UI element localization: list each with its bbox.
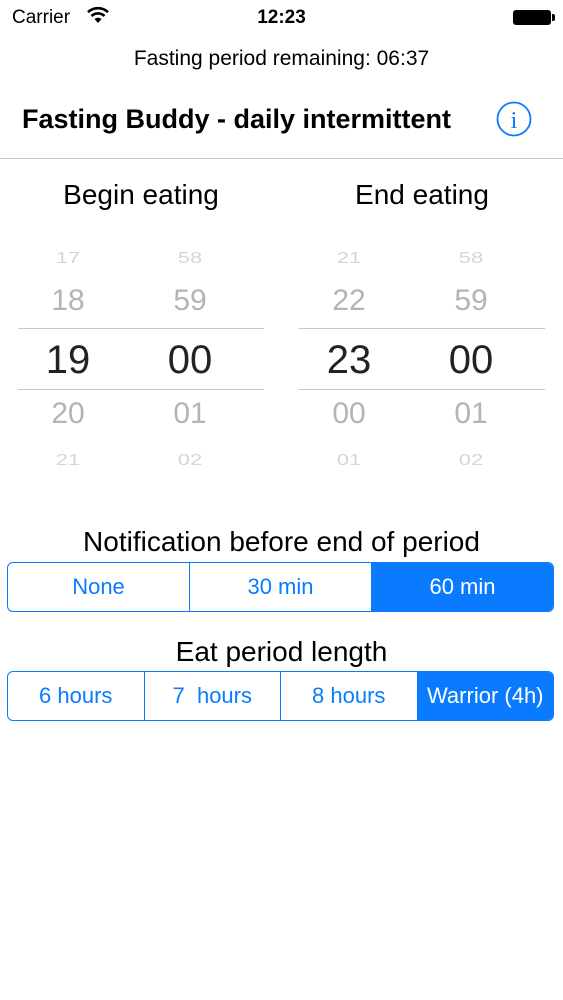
picker-selected-minute: 00 [448, 338, 494, 382]
picker-row: 02 [458, 450, 484, 469]
picker-row: 22 [332, 284, 366, 317]
begin-hour-wheel[interactable]: 17 18 19 20 21 [18, 236, 128, 482]
eat-period-label: Eat period length [175, 636, 388, 667]
info-icon[interactable]: i [496, 101, 532, 137]
picker-row: 01 [173, 397, 207, 430]
picker-row: 02 [177, 450, 203, 469]
end-minute-wheel[interactable]: 58 59 00 01 02 [420, 236, 530, 482]
picker-row: 58 [458, 248, 484, 267]
end-eating-title: End eating [355, 179, 489, 210]
picker-row: 18 [51, 284, 85, 317]
notification-option-60-min[interactable]: 60 min [371, 563, 553, 611]
picker-row: 59 [173, 284, 207, 317]
end-time-picker: 21 22 23 00 01 58 59 00 01 02 [299, 236, 545, 482]
eat-period-option-7-hours[interactable]: 7 hours [143, 672, 281, 720]
picker-row: 00 [332, 397, 366, 430]
picker-row: 20 [51, 397, 85, 430]
notification-option-30-min[interactable]: 30 min [189, 563, 371, 611]
header-divider [0, 158, 563, 159]
battery-icon [513, 10, 555, 25]
fasting-remaining-text: Fasting period remaining: 06:37 [133, 47, 430, 70]
notification-label: Notification before end of period [83, 526, 480, 557]
status-time: 12:23 [257, 7, 306, 28]
picker-selected-minute: 00 [167, 338, 213, 382]
begin-time-picker: 17 18 19 20 21 58 59 00 01 02 [18, 236, 264, 482]
notification-option-none[interactable]: None [8, 563, 189, 611]
picker-row: 01 [336, 450, 362, 469]
picker-row: 21 [55, 450, 81, 469]
page-title: Fasting Buddy - daily intermittent [22, 104, 452, 134]
picker-row: 58 [177, 248, 203, 267]
eat-period-option-8-hours[interactable]: 8 hours [280, 672, 417, 720]
begin-minute-wheel[interactable]: 58 59 00 01 02 [139, 236, 249, 482]
begin-eating-title: Begin eating [63, 179, 219, 210]
picker-row: 01 [454, 397, 488, 430]
eat-period-option-warrior[interactable]: Warrior (4h) [416, 672, 553, 720]
picker-row: 21 [336, 248, 362, 267]
picker-selected-hour: 23 [326, 338, 372, 382]
notification-segmented-control: None 30 min 60 min [7, 562, 554, 612]
end-hour-wheel[interactable]: 21 22 23 00 01 [299, 236, 409, 482]
eat-period-segmented-control: 6 hours 7 hours 8 hours Warrior (4h) [7, 671, 554, 721]
eat-period-option-6-hours[interactable]: 6 hours [8, 672, 144, 720]
picker-row: 17 [55, 248, 81, 267]
picker-row: 59 [454, 284, 488, 317]
status-bar: Carrier 12:23 [0, 0, 563, 38]
picker-selected-hour: 19 [45, 338, 91, 382]
svg-text:i: i [511, 108, 518, 134]
